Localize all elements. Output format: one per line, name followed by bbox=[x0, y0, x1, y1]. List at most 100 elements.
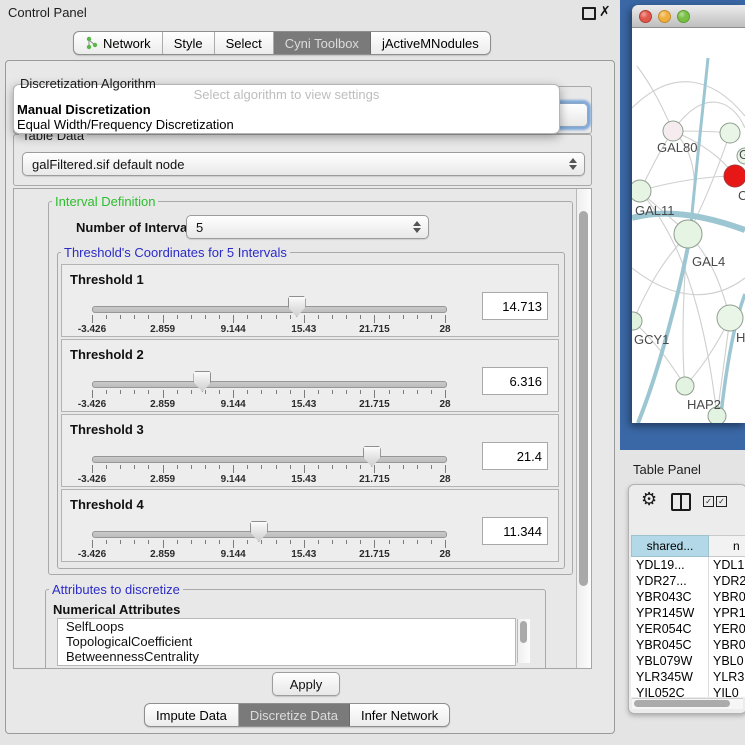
column-header-shared-name[interactable]: shared... bbox=[631, 535, 709, 557]
slider-track[interactable] bbox=[92, 531, 447, 538]
tab-network[interactable]: Network bbox=[74, 32, 163, 54]
table-row[interactable]: YDR27...YDR2 bbox=[631, 573, 745, 589]
checkbox-icon[interactable]: ✓ bbox=[703, 496, 714, 507]
checkbox-icon[interactable]: ✓ bbox=[716, 496, 727, 507]
tab-label: Impute Data bbox=[156, 708, 227, 723]
float-window-icon[interactable] bbox=[582, 7, 596, 20]
tab-cyni-toolbox[interactable]: Cyni Toolbox bbox=[274, 32, 371, 54]
slider-tick bbox=[318, 465, 319, 469]
mac-close-icon[interactable] bbox=[639, 10, 652, 23]
threshold-value-field[interactable]: 6.316 bbox=[482, 367, 548, 395]
slider-tick bbox=[191, 390, 192, 394]
table-row[interactable]: YER054CYER0 bbox=[631, 621, 745, 637]
network-node[interactable] bbox=[720, 123, 740, 143]
slider-tick bbox=[120, 390, 121, 394]
slider-tick bbox=[389, 315, 390, 319]
slider-tick bbox=[177, 315, 178, 319]
attributes-list-scrollbar[interactable] bbox=[517, 619, 530, 663]
slider-thumb[interactable] bbox=[193, 371, 211, 392]
apply-button[interactable]: Apply bbox=[272, 672, 340, 696]
table-row[interactable]: YBL079WYBL0 bbox=[631, 653, 745, 669]
settings-vertical-scrollbar[interactable] bbox=[576, 189, 592, 668]
threshold-card-3: Threshold 3-3.4262.8599.14415.4321.71528… bbox=[61, 414, 559, 487]
slider-tick bbox=[360, 465, 361, 469]
attribute-list-item[interactable]: TopologicalCoefficient bbox=[58, 634, 515, 649]
slider-tick-label: 28 bbox=[439, 549, 450, 560]
network-window-titlebar[interactable] bbox=[632, 5, 745, 28]
tab-infer-network[interactable]: Infer Network bbox=[350, 704, 449, 726]
table-horizontal-scrollbar[interactable] bbox=[632, 698, 743, 709]
tab-jactivemnodules[interactable]: jActiveMNodules bbox=[371, 32, 490, 54]
gear-icon[interactable]: ⚙ bbox=[641, 489, 657, 510]
threshold-value-field[interactable]: 14.713 bbox=[482, 292, 548, 320]
mac-minimize-icon[interactable] bbox=[658, 10, 671, 23]
threshold-value-field[interactable]: 11.344 bbox=[482, 517, 548, 545]
tab-style[interactable]: Style bbox=[163, 32, 215, 54]
network-node[interactable] bbox=[676, 377, 694, 395]
network-node[interactable] bbox=[632, 312, 642, 330]
slider-tick bbox=[417, 465, 418, 469]
attribute-list-item[interactable]: SelfLoops bbox=[58, 619, 515, 634]
slider-track[interactable] bbox=[92, 306, 447, 313]
table-row[interactable]: YLR345WYLR3 bbox=[631, 669, 745, 685]
table-row[interactable]: YDL19...YDL1 bbox=[631, 557, 745, 573]
slider-tick-label: -3.426 bbox=[78, 474, 106, 485]
slider-tick bbox=[360, 390, 361, 394]
slider-tick bbox=[106, 540, 107, 544]
slider-tick bbox=[148, 540, 149, 544]
mac-zoom-icon[interactable] bbox=[677, 10, 690, 23]
network-node-label: GAL4 bbox=[692, 254, 725, 269]
numerical-attributes-list[interactable]: SelfLoopsTopologicalCoefficientBetweenne… bbox=[57, 618, 516, 666]
slider-tick bbox=[431, 465, 432, 469]
network-node[interactable] bbox=[674, 220, 702, 248]
table-row[interactable]: YBR045CYBR0 bbox=[631, 637, 745, 653]
network-node[interactable] bbox=[632, 180, 651, 202]
thresholds-group-label: Threshold's Coordinates for 5 Intervals bbox=[61, 245, 290, 260]
split-columns-icon[interactable] bbox=[671, 493, 691, 511]
slider-tick bbox=[177, 465, 178, 469]
table-row[interactable]: YPR145WYPR1 bbox=[631, 605, 745, 621]
slider-tick bbox=[374, 390, 375, 398]
table-row[interactable]: YIL052CYIL0 bbox=[631, 685, 745, 697]
tab-discretize-data[interactable]: Discretize Data bbox=[239, 704, 350, 726]
slider-tick bbox=[247, 315, 248, 319]
slider-track[interactable] bbox=[92, 381, 447, 388]
slider-thumb[interactable] bbox=[288, 296, 306, 317]
table-row[interactable]: YBR043CYBR0 bbox=[631, 589, 745, 605]
tab-impute-data[interactable]: Impute Data bbox=[145, 704, 239, 726]
slider-tick bbox=[177, 390, 178, 394]
threshold-value-field[interactable]: 21.4 bbox=[482, 442, 548, 470]
slider-tick bbox=[134, 315, 135, 319]
number-of-intervals-combobox[interactable]: 5 bbox=[186, 215, 429, 239]
slider-tick bbox=[163, 465, 164, 473]
slider-tick bbox=[346, 465, 347, 469]
slider-tick bbox=[403, 465, 404, 469]
slider-tick bbox=[332, 540, 333, 544]
algorithm-option-manual[interactable]: Manual Discretization bbox=[17, 102, 151, 117]
slider-tick bbox=[332, 465, 333, 469]
slider-thumb[interactable] bbox=[363, 446, 381, 467]
close-icon[interactable]: ✗ bbox=[599, 3, 611, 20]
network-node-label: H bbox=[736, 330, 745, 345]
slider-tick bbox=[304, 540, 305, 548]
settings-scroll-area: Interval Definition Number of Intervals … bbox=[13, 188, 592, 669]
slider-tick-label: 2.859 bbox=[150, 324, 175, 335]
table-data-combobox[interactable]: galFiltered.sif default node bbox=[22, 152, 585, 176]
network-node[interactable] bbox=[663, 121, 683, 141]
column-header-name[interactable]: n bbox=[709, 535, 745, 557]
attribute-list-item[interactable]: BetweennessCentrality bbox=[58, 649, 515, 664]
slider-track[interactable] bbox=[92, 456, 447, 463]
tab-label: Discretize Data bbox=[250, 708, 338, 723]
slider-tick bbox=[148, 390, 149, 394]
network-node-label: HAP2 bbox=[687, 397, 721, 412]
network-node[interactable] bbox=[717, 305, 743, 331]
network-node[interactable] bbox=[724, 165, 745, 187]
slider-tick bbox=[120, 540, 121, 544]
number-of-intervals-value: 5 bbox=[196, 220, 203, 235]
slider-tick bbox=[346, 540, 347, 544]
tab-select[interactable]: Select bbox=[215, 32, 274, 54]
network-canvas[interactable]: GAL80GAGAL11CGAL4GCY1HHAP2 bbox=[632, 28, 745, 423]
table-header-row: shared... n bbox=[631, 535, 745, 557]
algorithm-option-equal-width[interactable]: Equal Width/Frequency Discretization bbox=[17, 117, 234, 132]
slider-thumb[interactable] bbox=[250, 521, 268, 542]
